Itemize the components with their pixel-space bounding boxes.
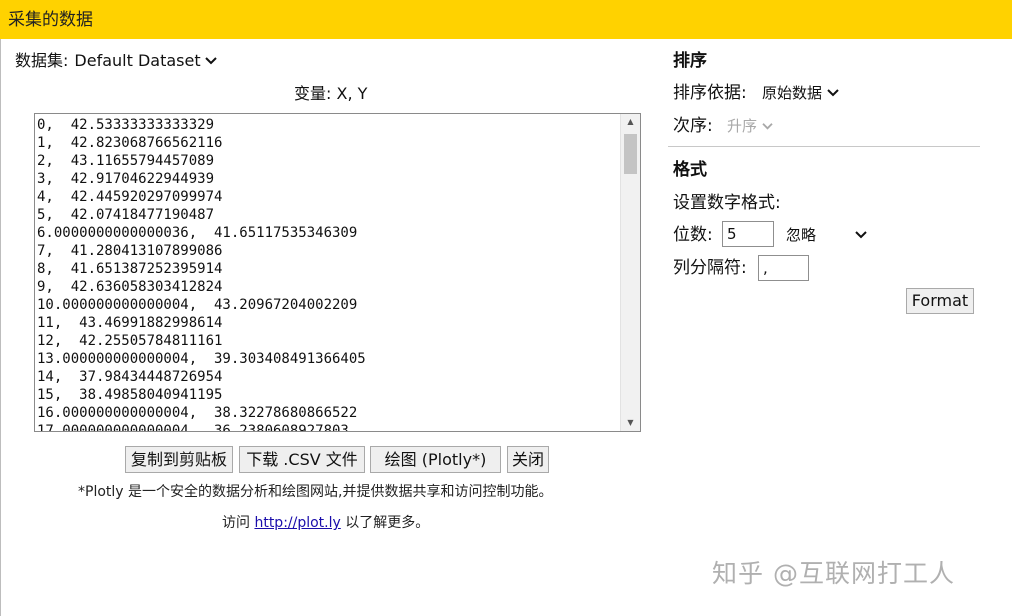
data-lines: 0, 42.533333333333291, 42.82306876656211… (37, 116, 620, 432)
data-row: 9, 42.636058303412824 (37, 278, 620, 296)
download-csv-button[interactable]: 下载 .CSV 文件 (239, 446, 365, 473)
section-divider (668, 146, 980, 147)
data-row: 7, 41.280413107899086 (37, 242, 620, 260)
ignore-select[interactable]: 忽略 (786, 224, 816, 246)
chevron-down-icon[interactable] (827, 84, 839, 102)
digits-input[interactable]: 5 (722, 221, 774, 247)
window-title-bar: 采集的数据 (0, 0, 1012, 39)
visit-line: 访问 http://plot.ly 以了解更多。 (222, 513, 429, 533)
data-row: 16.000000000000004, 38.32278680866522 (37, 404, 620, 422)
chevron-down-icon[interactable] (205, 51, 217, 73)
plot-plotly-button[interactable]: 绘图 (Plotly*) (370, 446, 501, 473)
data-row: 3, 42.91704622944939 (37, 170, 620, 188)
dataset-selector[interactable]: 数据集: Default Dataset (15, 50, 217, 73)
visit-prefix: 访问 (222, 515, 250, 531)
data-row: 12, 42.25505784811161 (37, 332, 620, 350)
data-row: 15, 38.49858040941195 (37, 386, 620, 404)
plotly-link[interactable]: http://plot.ly (254, 515, 340, 531)
dataset-value[interactable]: Default Dataset (74, 51, 200, 70)
sort-section-title: 排序 (673, 50, 707, 72)
data-row: 5, 42.07418477190487 (37, 206, 620, 224)
scrollbar-thumb[interactable] (624, 134, 637, 174)
data-row: 13.000000000000004, 39.303408491366405 (37, 350, 620, 368)
dataset-label: 数据集: (15, 51, 68, 70)
window-title: 采集的数据 (8, 10, 93, 30)
format-button[interactable]: Format (906, 288, 974, 314)
data-row: 11, 43.46991882998614 (37, 314, 620, 332)
vertical-scrollbar[interactable]: ▲ ▼ (620, 114, 640, 431)
scroll-up-arrow-icon[interactable]: ▲ (621, 114, 640, 130)
variables-label: 变量: X, Y (294, 83, 367, 105)
plotly-note: *Plotly 是一个安全的数据分析和绘图网站,并提供数据共享和访问控制功能。 (78, 482, 552, 502)
data-row: 8, 41.651387252395914 (37, 260, 620, 278)
window-left-border (0, 39, 1, 616)
data-row: 0, 42.53333333333329 (37, 116, 620, 134)
chevron-down-icon[interactable] (855, 224, 867, 246)
chevron-down-icon[interactable] (762, 117, 773, 135)
scroll-down-arrow-icon[interactable]: ▼ (621, 415, 640, 431)
data-textarea[interactable]: 0, 42.533333333333291, 42.82306876656211… (34, 113, 641, 432)
number-format-label: 设置数字格式: (673, 192, 781, 214)
data-row: 14, 37.98434448726954 (37, 368, 620, 386)
sort-by-value[interactable]: 原始数据 (762, 84, 822, 102)
format-section-title: 格式 (673, 159, 707, 181)
data-row: 1, 42.823068766562116 (37, 134, 620, 152)
copy-to-clipboard-button[interactable]: 复制到剪贴板 (125, 446, 233, 473)
close-button[interactable]: 关闭 (507, 446, 549, 473)
separator-input[interactable]: , (758, 255, 809, 281)
order-label: 次序: (673, 115, 713, 137)
digits-label: 位数: (673, 224, 713, 246)
order-value[interactable]: 升序 (727, 117, 757, 135)
visit-suffix: 以了解更多。 (345, 515, 429, 531)
watermark: 知乎 @互联网打工人 (712, 558, 955, 590)
data-row: 10.000000000000004, 43.20967204002209 (37, 296, 620, 314)
sort-by-label: 排序依据: (673, 82, 747, 104)
data-row: 4, 42.445920297099974 (37, 188, 620, 206)
data-row: 17.000000000000004, 36.2380608927803 (37, 422, 620, 432)
data-row: 6.0000000000000036, 41.65117535346309 (37, 224, 620, 242)
data-row: 2, 43.11655794457089 (37, 152, 620, 170)
sort-by-select[interactable]: 原始数据 (762, 82, 839, 104)
separator-label: 列分隔符: (673, 257, 747, 279)
order-select[interactable]: 升序 (727, 115, 773, 137)
